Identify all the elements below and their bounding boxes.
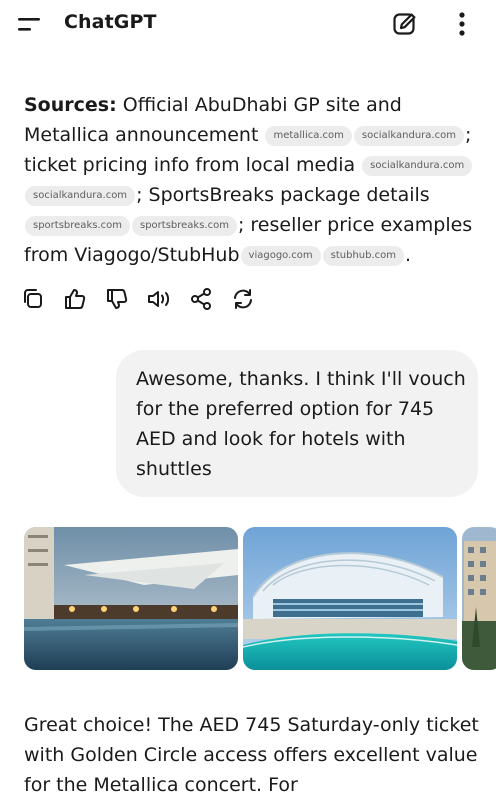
source-chip-socialkandura[interactable]: socialkandura.com — [25, 186, 136, 206]
source-chip-socialkandura[interactable]: socialkandura.com — [362, 156, 473, 176]
hotel-building-image[interactable] — [462, 527, 496, 670]
share-icon[interactable] — [188, 286, 214, 312]
source-chip-viagogo[interactable]: viagogo.com — [240, 246, 321, 266]
image-carousel[interactable] — [24, 527, 496, 670]
sources-label: Sources: — [24, 94, 117, 116]
regenerate-icon[interactable] — [230, 286, 256, 312]
more-vertical-icon[interactable] — [452, 10, 472, 38]
read-aloud-icon[interactable] — [146, 286, 172, 312]
app-title: ChatGPT — [64, 11, 157, 33]
new-chat-edit-icon[interactable] — [392, 11, 418, 37]
hotel-pool-image[interactable] — [24, 527, 238, 670]
sources-paragraph: Sources: Official AbuDhabi GP site and M… — [24, 90, 484, 270]
source-chip-sportsbreaks[interactable]: sportsbreaks.com — [131, 216, 237, 236]
user-message-bubble: Awesome, thanks. I think I'll vouch for … — [116, 350, 478, 497]
sources-text-5: . — [405, 244, 412, 266]
copy-icon[interactable] — [20, 286, 46, 312]
user-message-text: Awesome, thanks. I think I'll vouch for … — [136, 368, 466, 480]
sources-text-3: ; SportsBreaks package details — [136, 184, 430, 206]
assistant-reply-text: Great choice! The AED 745 Saturday-only … — [24, 714, 479, 796]
source-chip-metallica[interactable]: metallica.com — [265, 126, 352, 146]
menu-icon[interactable] — [18, 16, 42, 34]
source-chip-sportsbreaks[interactable]: sportsbreaks.com — [25, 216, 130, 236]
source-chip-socialkandura[interactable]: socialkandura.com — [353, 126, 464, 146]
yas-viceroy-hotel-image[interactable] — [243, 527, 457, 670]
source-chip-stubhub[interactable]: stubhub.com — [322, 246, 405, 266]
top-bar: ChatGPT — [0, 0, 496, 50]
thumbs-down-icon[interactable] — [104, 286, 130, 312]
thumbs-up-icon[interactable] — [62, 286, 88, 312]
